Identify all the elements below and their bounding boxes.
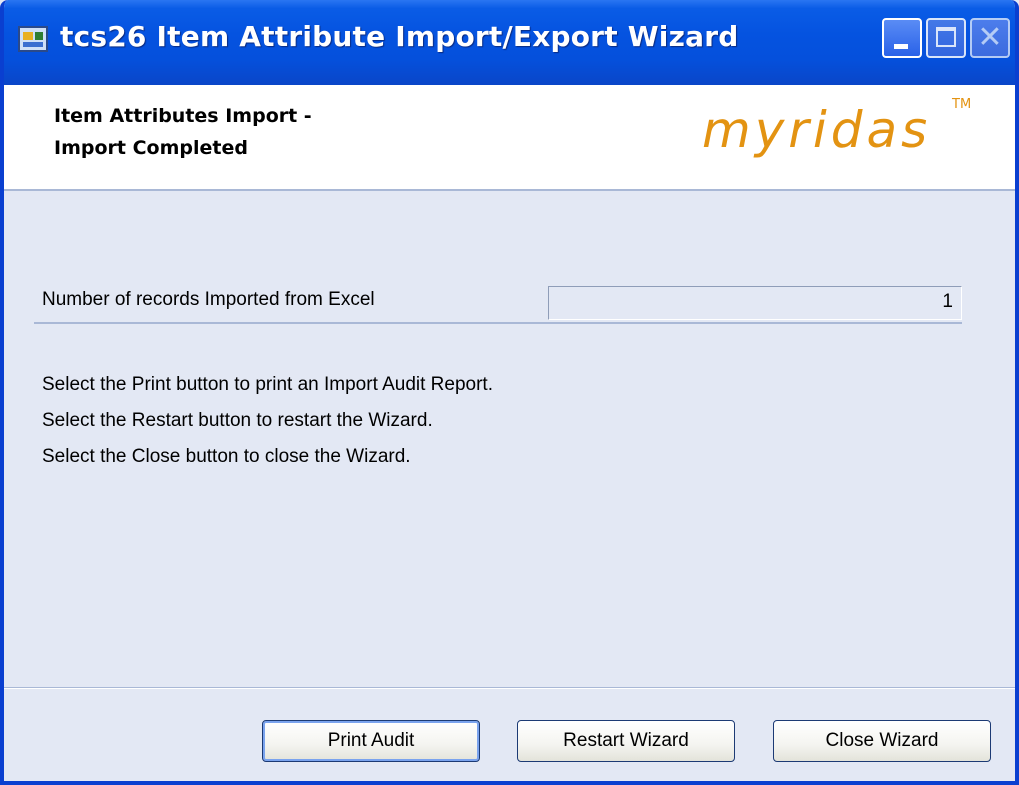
wizard-window: tcs26 Item Attribute Import/Export Wizar…	[0, 0, 1019, 785]
instruction-close: Select the Close button to close the Wiz…	[42, 446, 411, 467]
close-window-button[interactable]: ✕	[970, 18, 1010, 58]
maximize-button[interactable]	[926, 18, 966, 58]
maximize-icon	[936, 27, 956, 47]
footer-separator	[4, 687, 1015, 689]
records-imported-value: 1	[548, 286, 962, 320]
print-audit-button[interactable]: Print Audit	[262, 720, 480, 762]
myridas-logo: myridas	[702, 101, 932, 159]
trademark-mark: TM	[952, 97, 972, 112]
instruction-print: Select the Print button to print an Impo…	[42, 374, 493, 395]
title-bar[interactable]: tcs26 Item Attribute Import/Export Wizar…	[4, 0, 1015, 85]
header-title-line1: Item Attributes Import -	[54, 105, 312, 127]
records-imported-label: Number of records Imported from Excel	[42, 289, 375, 310]
minimize-button[interactable]	[882, 18, 922, 58]
wizard-content: Number of records Imported from Excel 1	[4, 191, 1015, 687]
restart-wizard-button[interactable]: Restart Wizard	[517, 720, 735, 762]
header-title-line2: Import Completed	[54, 137, 248, 159]
instruction-restart: Select the Restart button to restart the…	[42, 410, 433, 431]
close-wizard-button[interactable]: Close Wizard	[773, 720, 991, 762]
records-imported-row: Number of records Imported from Excel 1	[34, 282, 962, 324]
app-window-icon[interactable]	[18, 26, 48, 52]
close-icon: ✕	[977, 20, 1003, 55]
wizard-header: Item Attributes Import - Import Complete…	[4, 85, 1015, 191]
minimize-icon	[894, 44, 908, 49]
window-title: tcs26 Item Attribute Import/Export Wizar…	[60, 20, 739, 53]
